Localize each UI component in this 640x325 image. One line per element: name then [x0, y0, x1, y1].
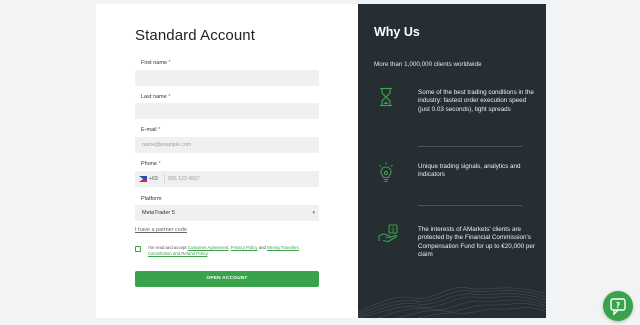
- philippines-flag-icon[interactable]: [139, 176, 147, 182]
- feature-text-signals: Unique trading signals, analytics and in…: [418, 163, 521, 179]
- why-us-title: Why Us: [374, 25, 420, 39]
- phone-separator: [164, 174, 165, 184]
- feature-divider: [418, 205, 522, 206]
- phone-country-code[interactable]: +63: [149, 176, 158, 182]
- last-name-label: Last name *: [141, 94, 171, 100]
- svg-text:?: ?: [616, 301, 621, 310]
- chat-support-button[interactable]: ?: [603, 291, 633, 321]
- email-label: E-mail *: [141, 127, 161, 133]
- first-name-field[interactable]: [135, 70, 319, 86]
- feature-divider: [418, 146, 522, 147]
- first-name-label: First name *: [141, 60, 171, 66]
- lightbulb-icon: [379, 162, 393, 183]
- consent-checkbox[interactable]: [135, 246, 141, 252]
- chevron-down-icon: ▾: [312, 210, 315, 216]
- why-us-subtitle: More than 1,000,000 clients worldwide: [374, 61, 482, 68]
- privacy-policy-link[interactable]: Privacy Policy: [231, 245, 258, 250]
- open-account-button[interactable]: OPEN ACCOUNT: [135, 271, 319, 287]
- email-field[interactable]: name@example.com: [135, 137, 319, 153]
- hourglass-icon: [380, 87, 392, 107]
- customer-agreement-link[interactable]: Customer Agreement: [188, 245, 229, 250]
- phone-label: Phone *: [141, 161, 161, 167]
- partner-code-link[interactable]: I have a partner code: [135, 227, 187, 233]
- consent-text: I've read and accept Customer Agreement,…: [148, 245, 299, 256]
- svg-text:$: $: [391, 227, 395, 234]
- phone-field[interactable]: +63 905 123 4567: [135, 171, 319, 187]
- email-placeholder: name@example.com: [142, 142, 192, 148]
- last-name-field[interactable]: [135, 103, 319, 119]
- chat-question-icon: ?: [610, 298, 626, 316]
- phone-placeholder: 905 123 4567: [168, 176, 200, 182]
- money-hand-icon: $: [378, 224, 398, 243]
- form-title: Standard Account: [135, 27, 256, 44]
- signup-form-panel: Standard Account First name * Last name …: [96, 4, 358, 318]
- platform-label: Platform: [141, 196, 162, 202]
- why-us-panel: Why Us More than 1,000,000 clients world…: [358, 4, 546, 318]
- platform-select[interactable]: MetaTrader 5 ▾: [135, 205, 319, 221]
- signup-card: Standard Account First name * Last name …: [96, 4, 546, 318]
- feature-text-conditions: Some of the best trading conditions in t…: [418, 89, 534, 113]
- platform-value: MetaTrader 5: [142, 210, 175, 216]
- wave-pattern-decoration: [358, 287, 546, 318]
